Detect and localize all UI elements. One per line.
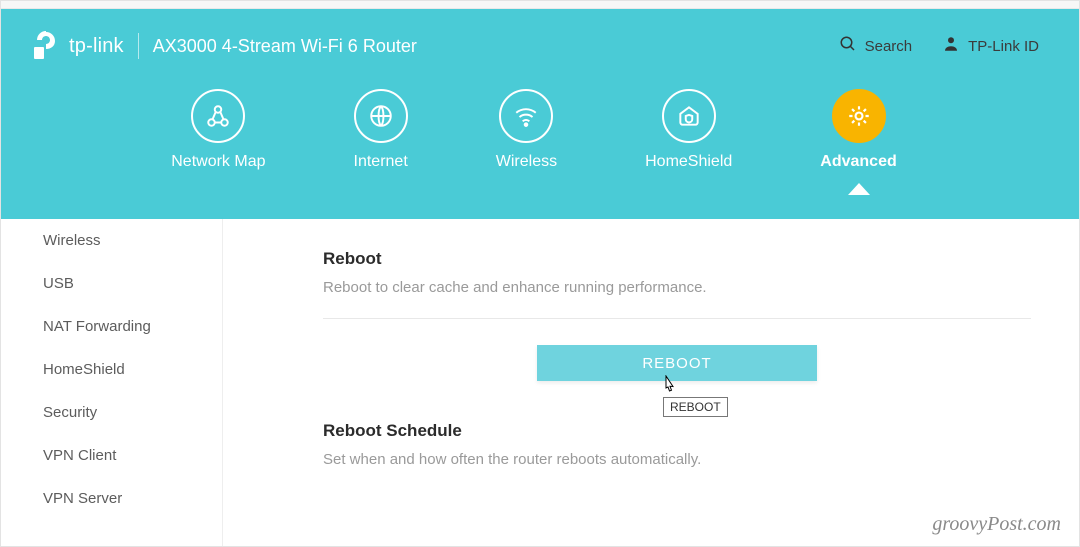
reboot-button[interactable]: REBOOT — [537, 345, 817, 381]
sidebar-item-security[interactable]: Security — [23, 391, 222, 434]
schedule-section-title: Reboot Schedule — [323, 421, 1031, 441]
nav-label: Advanced — [820, 153, 896, 171]
nav-label: Network Map — [171, 153, 265, 171]
reboot-section-title: Reboot — [323, 249, 1031, 269]
window-top-strip — [1, 1, 1079, 9]
globe-icon — [354, 89, 408, 143]
brand-name: tp-link — [69, 35, 124, 58]
sidebar-item-nat-forwarding[interactable]: NAT Forwarding — [23, 305, 222, 348]
reboot-section-desc: Reboot to clear cache and enhance runnin… — [323, 279, 1031, 296]
header: tp-link AX3000 4-Stream Wi-Fi 6 Router S… — [1, 9, 1079, 219]
watermark: groovyPost.com — [932, 513, 1061, 536]
search-button[interactable]: Search — [839, 35, 913, 57]
schedule-section-desc: Set when and how often the router reboot… — [323, 451, 1031, 468]
sidebar-item-homeshield[interactable]: HomeShield — [23, 348, 222, 391]
tplink-logo-icon — [29, 30, 61, 62]
divider — [323, 318, 1031, 319]
nav-homeshield[interactable]: HomeShield — [645, 89, 732, 171]
header-actions: Search TP-Link ID — [839, 35, 1039, 57]
nav-advanced[interactable]: Advanced — [820, 89, 896, 171]
nav-network-map[interactable]: Network Map — [171, 89, 265, 171]
header-bar: tp-link AX3000 4-Stream Wi-Fi 6 Router S… — [29, 9, 1039, 83]
reboot-button-row: REBOOT REBOOT — [323, 345, 1031, 381]
body: Wireless USB NAT Forwarding HomeShield S… — [23, 219, 1079, 546]
reboot-tooltip: REBOOT — [663, 397, 728, 417]
sidebar: Wireless USB NAT Forwarding HomeShield S… — [23, 219, 223, 546]
header-divider — [138, 33, 139, 59]
sidebar-item-wireless[interactable]: Wireless — [23, 219, 222, 262]
network-map-icon — [191, 89, 245, 143]
wifi-icon — [499, 89, 553, 143]
gear-icon — [832, 89, 886, 143]
nav-label: HomeShield — [645, 153, 732, 171]
nav-internet[interactable]: Internet — [354, 89, 408, 171]
sidebar-item-usb[interactable]: USB — [23, 262, 222, 305]
search-icon — [839, 35, 857, 57]
nav-label: Wireless — [496, 153, 557, 171]
content-area: Reboot Reboot to clear cache and enhance… — [223, 219, 1079, 546]
sidebar-item-vpn-client[interactable]: VPN Client — [23, 434, 222, 477]
product-name: AX3000 4-Stream Wi-Fi 6 Router — [153, 36, 417, 57]
shield-home-icon — [662, 89, 716, 143]
search-label: Search — [865, 38, 913, 55]
brand-logo[interactable]: tp-link — [29, 30, 124, 62]
tplink-id-button[interactable]: TP-Link ID — [942, 35, 1039, 57]
nav-wireless[interactable]: Wireless — [496, 89, 557, 171]
tplink-id-label: TP-Link ID — [968, 38, 1039, 55]
nav-label: Internet — [354, 153, 408, 171]
main-nav: Network Map Internet Wireless HomeShield… — [29, 89, 1039, 171]
user-icon — [942, 35, 960, 57]
sidebar-item-vpn-server[interactable]: VPN Server — [23, 477, 222, 520]
